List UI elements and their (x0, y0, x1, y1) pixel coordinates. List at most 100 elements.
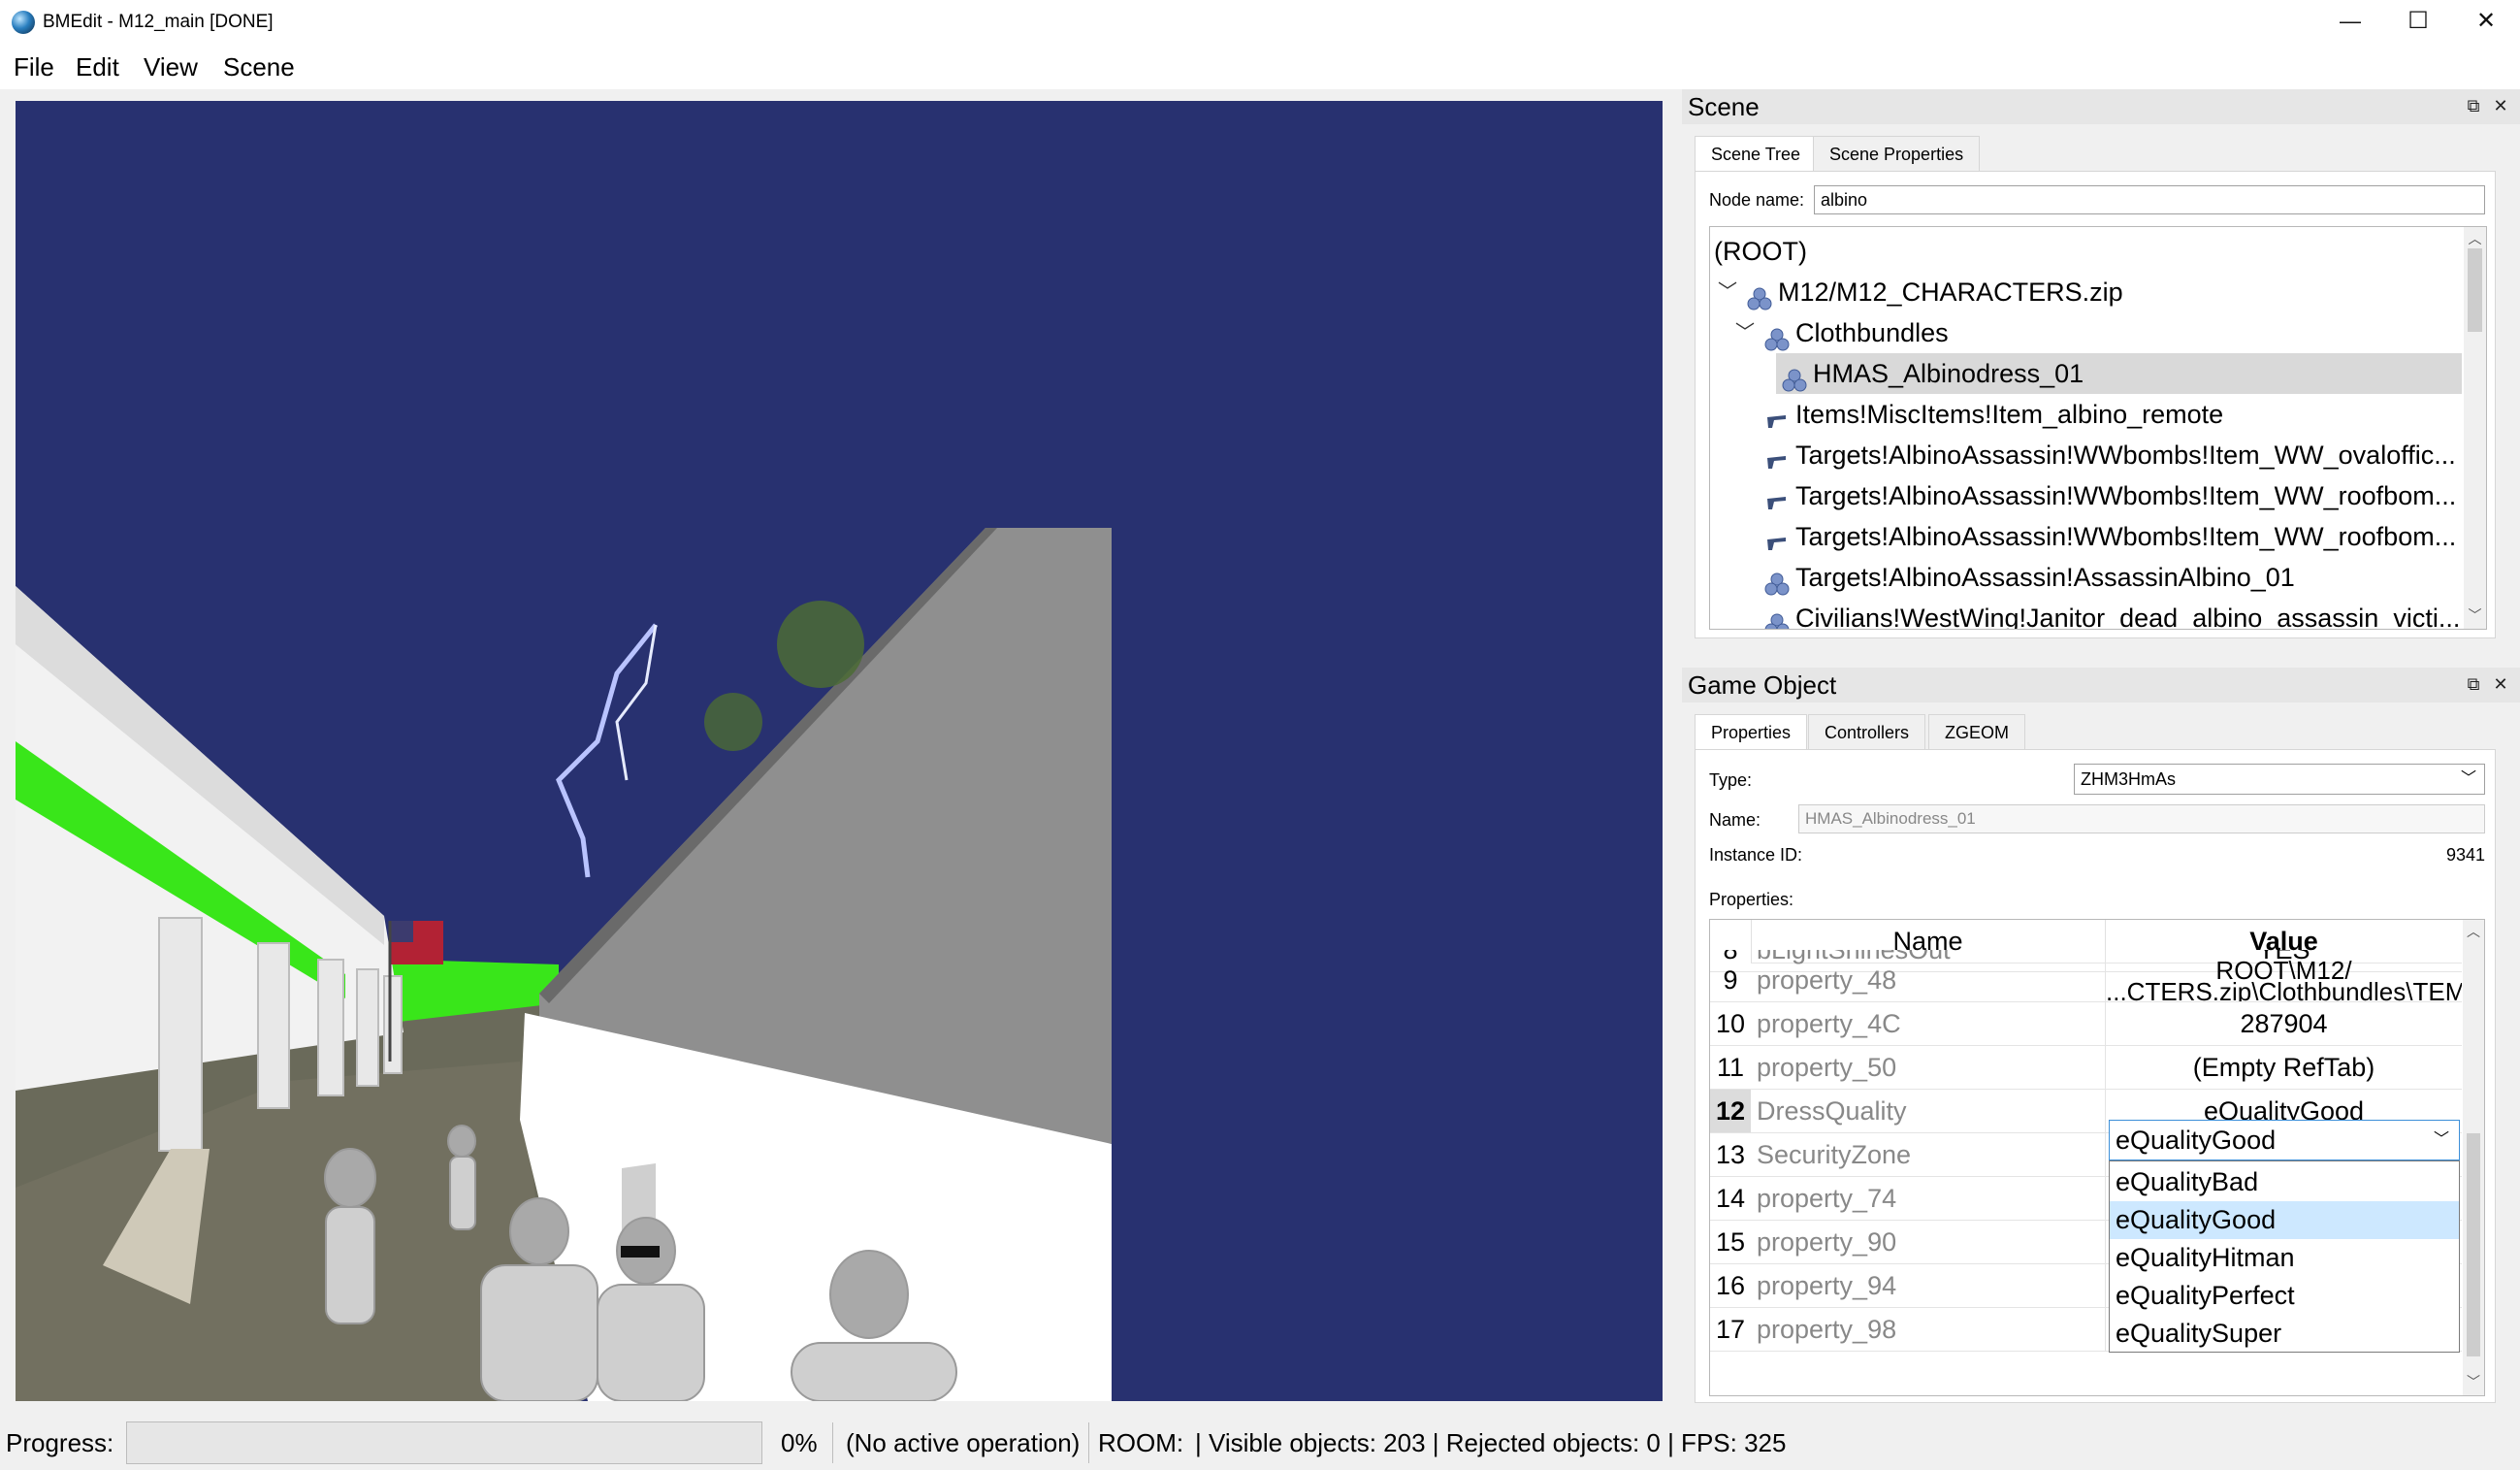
tree-node[interactable]: Targets!AlbinoAssassin!WWbombs!Item_WW_r… (1710, 516, 2462, 557)
menu-view[interactable]: View (136, 45, 206, 89)
dress-quality-combobox-value: eQualityGood (2116, 1126, 2277, 1155)
tree-node-label: Targets!AlbinoAssassin!AssassinAlbino_01 (1795, 563, 2295, 592)
row-number: 16 (1710, 1264, 1751, 1308)
gun-icon (1767, 455, 1786, 469)
tab-properties[interactable]: Properties (1695, 714, 1808, 750)
scroll-down-icon[interactable]: ﹀ (2463, 1372, 2484, 1391)
progress-bar (126, 1421, 762, 1464)
instance-id-label: Instance ID: (1709, 845, 1803, 865)
scene-tree-pane: Node name: albino (ROOT) ﹀ M12/M12_CHARACT… (1695, 171, 2496, 638)
room-label: ROOM: (1098, 1428, 1184, 1457)
node-name-input[interactable]: albino (1814, 185, 2485, 214)
row-number: 13 (1710, 1133, 1751, 1177)
tree-node-label: M12/M12_CHARACTERS.zip (1778, 278, 2123, 307)
scene-tree[interactable]: (ROOT) ﹀ M12/M12_CHARACTERS.zip ﹀ Clothbundl… (1709, 226, 2487, 630)
table-row[interactable]: 9 property_48 ROOT\M12/...CTERS.zip\Clothb… (1710, 959, 2462, 1002)
dress-quality-combobox[interactable]: eQualityGood ﹀ (2109, 1120, 2460, 1160)
scene-dock-title: Scene (1688, 92, 1760, 121)
tab-scene-properties[interactable]: Scene Properties (1813, 136, 1981, 172)
tree-node-label: (ROOT) (1714, 237, 1807, 266)
tab-controllers[interactable]: Controllers (1808, 714, 1926, 750)
table-row[interactable]: 11 property_50 (Empty RefTab) (1710, 1046, 2462, 1090)
tree-scrollbar[interactable]: ︿ ﹀ (2464, 227, 2486, 629)
progress-percent: 0% (781, 1428, 818, 1457)
cluster-icon (1764, 328, 1790, 351)
row-number: 17 (1710, 1308, 1751, 1352)
type-select[interactable]: ZHM3HmAs ﹀ (2074, 764, 2485, 795)
tab-scene-tree[interactable]: Scene Tree (1695, 136, 1818, 172)
property-value[interactable]: 287904 (2106, 1002, 2462, 1046)
table-scroll-thumb[interactable] (2467, 1133, 2480, 1356)
property-name: property_94 (1751, 1264, 2106, 1308)
menu-edit[interactable]: Edit (68, 45, 127, 89)
scene-viewport[interactable] (16, 101, 1663, 1401)
table-scrollbar[interactable]: ︿ ﹀ (2463, 920, 2484, 1395)
scroll-down-icon[interactable]: ﹀ (2464, 605, 2486, 625)
name-label: Name: (1709, 810, 1761, 830)
type-label: Type: (1709, 770, 1753, 790)
tree-node[interactable]: Targets!AlbinoAssassin!AssassinAlbino_01 (1710, 557, 2462, 598)
row-number: 11 (1710, 1046, 1751, 1090)
game-object-dock-header: Game Object ⧉ ✕ (1682, 668, 2520, 702)
property-value[interactable]: ROOT\M12/...CTERS.zip\Clothbundles\TEMP (2106, 959, 2462, 1002)
dock-close-icon[interactable]: ✕ (2490, 673, 2511, 695)
dropdown-option[interactable]: eQualityGood (2110, 1201, 2459, 1239)
tree-node-label: Targets!AlbinoAssassin!WWbombs!Item_WW_r… (1795, 522, 2457, 551)
tree-node-label: HMAS_Albinodress_01 (1813, 359, 2084, 388)
tree-node[interactable]: HMAS_Albinodress_01 (1710, 353, 2462, 394)
instance-id-value: 9341 (2445, 845, 2485, 865)
maximize-button[interactable]: ☐ (2384, 0, 2452, 45)
scene-dock-header: Scene ⧉ ✕ (1682, 89, 2520, 124)
property-name: property_98 (1751, 1308, 2106, 1352)
minimize-button[interactable]: — (2316, 0, 2384, 45)
tree-node[interactable]: Civilians!WestWing!Janitor_dead_albino_a… (1710, 598, 2462, 629)
gun-icon (1767, 496, 1786, 509)
table-row[interactable]: 10 property_4C 287904 (1710, 1002, 2462, 1046)
property-name: property_48 (1751, 959, 2106, 1002)
dropdown-option[interactable]: eQualityPerfect (2110, 1277, 2459, 1315)
status-bar: Progress: 0% (No active operation) ROOM:… (0, 1417, 2520, 1470)
dress-quality-dropdown-list[interactable]: eQualityBad eQualityGood eQualityHitman eQu… (2109, 1160, 2460, 1353)
tree-node[interactable]: ﹀ M12/M12_CHARACTERS.zip (1710, 272, 2462, 312)
sunglasses (621, 1246, 660, 1258)
operation-status: (No active operation) (846, 1428, 1081, 1457)
cluster-icon (1764, 613, 1790, 629)
title-bar: BMEdit - M12_main [DONE] — ☐ ✕ (0, 0, 2520, 45)
menu-scene[interactable]: Scene (215, 45, 303, 89)
dock-float-icon[interactable]: ⧉ (2463, 95, 2484, 116)
chevron-down-icon[interactable]: ﹀ (1718, 272, 1737, 312)
row-number: 12 (1710, 1090, 1751, 1133)
dock-close-icon[interactable]: ✕ (2490, 95, 2511, 116)
property-name: DressQuality (1751, 1090, 2106, 1133)
tree-node-label: Targets!AlbinoAssassin!WWbombs!Item_WW_r… (1795, 481, 2457, 510)
tree-node-label: Clothbundles (1795, 318, 1949, 347)
tree-node-label: Items!MiscItems!Item_albino_remote (1795, 400, 2224, 429)
cluster-icon (1747, 287, 1772, 310)
lightning (556, 623, 658, 878)
tree-node-label: Targets!AlbinoAssassin!WWbombs!Item_WW_o… (1795, 441, 2456, 470)
cluster-icon (1782, 369, 1807, 392)
window-title: BMEdit - M12_main [DONE] (43, 12, 274, 32)
close-button[interactable]: ✕ (2452, 0, 2520, 45)
gun-icon (1767, 414, 1786, 428)
property-name: property_74 (1751, 1177, 2106, 1221)
tree-node[interactable]: Targets!AlbinoAssassin!WWbombs!Item_WW_o… (1710, 435, 2462, 475)
dropdown-option[interactable]: eQualityBad (2110, 1163, 2459, 1201)
tree-node[interactable]: ﹀ Clothbundles (1710, 312, 2462, 353)
dropdown-option[interactable]: eQualityHitman (2110, 1239, 2459, 1277)
tree-scroll-thumb[interactable] (2468, 248, 2482, 332)
menu-file[interactable]: File (6, 45, 62, 89)
chevron-down-icon[interactable]: ﹀ (1735, 312, 1755, 353)
dock-float-icon[interactable]: ⧉ (2463, 673, 2484, 695)
app-icon (12, 11, 35, 34)
scroll-up-icon[interactable]: ︿ (2463, 922, 2484, 941)
scroll-up-icon[interactable]: ︿ (2464, 229, 2486, 248)
tree-node[interactable]: (ROOT) (1710, 231, 2462, 272)
property-value[interactable]: (Empty RefTab) (2106, 1046, 2462, 1090)
chevron-down-icon: ﹀ (2434, 1131, 2450, 1148)
dropdown-option[interactable]: eQualitySuper (2110, 1315, 2459, 1353)
node-name-label: Node name: (1709, 190, 1805, 210)
tree-node[interactable]: Targets!AlbinoAssassin!WWbombs!Item_WW_r… (1710, 475, 2462, 516)
tree-node[interactable]: Items!MiscItems!Item_albino_remote (1710, 394, 2462, 435)
tab-zgeom[interactable]: ZGEOM (1928, 714, 2025, 750)
